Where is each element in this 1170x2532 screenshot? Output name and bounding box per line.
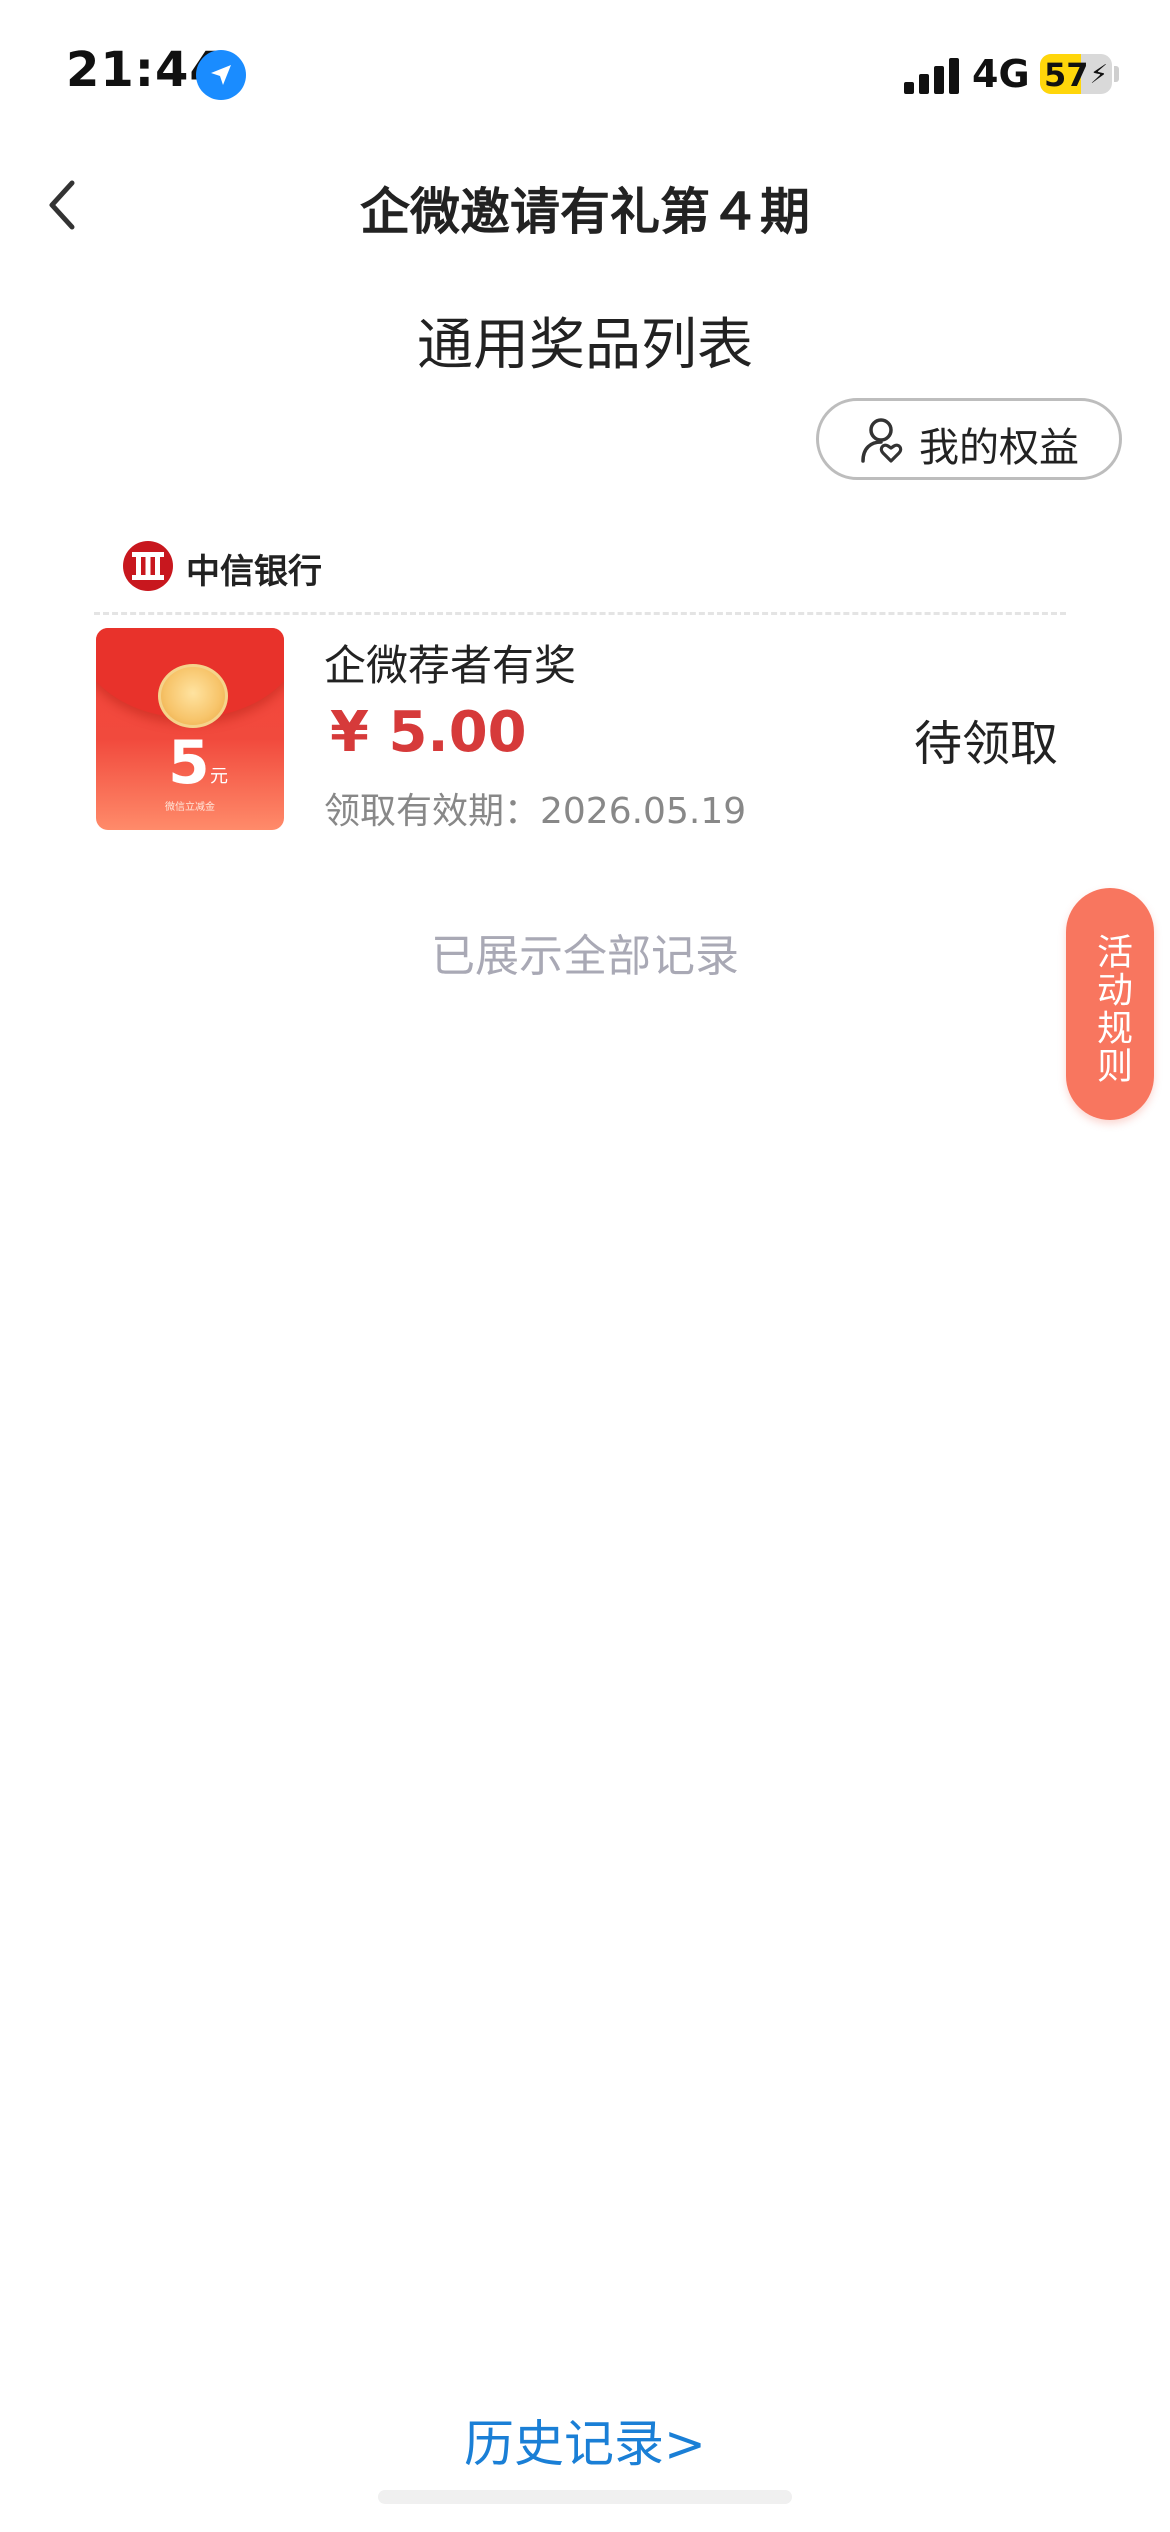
dashed-divider	[94, 612, 1066, 615]
charging-bolt-icon: ⚡	[1089, 60, 1108, 90]
coin-icon	[158, 664, 228, 728]
battery-icon: 57 ⚡	[1040, 54, 1112, 94]
envelope-caption: 微信立减金	[165, 802, 215, 813]
prize-validity: 领取有效期：2026.05.19	[324, 791, 747, 832]
location-arrow-icon	[196, 50, 246, 100]
battery-percent: 57	[1044, 56, 1089, 94]
page-title: 企微邀请有礼第４期	[360, 183, 810, 241]
status-bar: 21:44 4G 57 ⚡	[0, 0, 1170, 140]
home-indicator	[378, 2490, 792, 2504]
network-type-label: 4G	[972, 52, 1030, 96]
prize-status-button[interactable]: 待领取	[914, 704, 1058, 774]
activity-rules-label: 活动规则	[1091, 933, 1132, 1085]
envelope-amount: 5	[168, 728, 210, 798]
activity-rules-tab[interactable]: 活动规则	[1066, 888, 1154, 1120]
my-benefits-label: 我的权益	[919, 425, 1079, 471]
section-title: 通用奖品列表	[417, 313, 753, 378]
prize-price: ¥ 5.00	[330, 700, 527, 765]
red-envelope-image: 5 元 微信立减金	[96, 628, 284, 830]
battery-cap	[1114, 66, 1119, 82]
user-heart-icon	[861, 418, 903, 463]
citic-bank-logo	[123, 541, 173, 591]
envelope-unit: 元	[210, 766, 228, 787]
end-of-list-note: 已展示全部记录	[431, 931, 739, 982]
my-benefits-button[interactable]: 我的权益	[816, 398, 1122, 480]
prize-name: 企微荐者有奖	[324, 641, 577, 690]
signal-bars-icon	[904, 56, 960, 94]
history-link[interactable]: 历史记录>	[0, 2404, 1170, 2476]
bank-name: 中信银行	[186, 552, 322, 592]
